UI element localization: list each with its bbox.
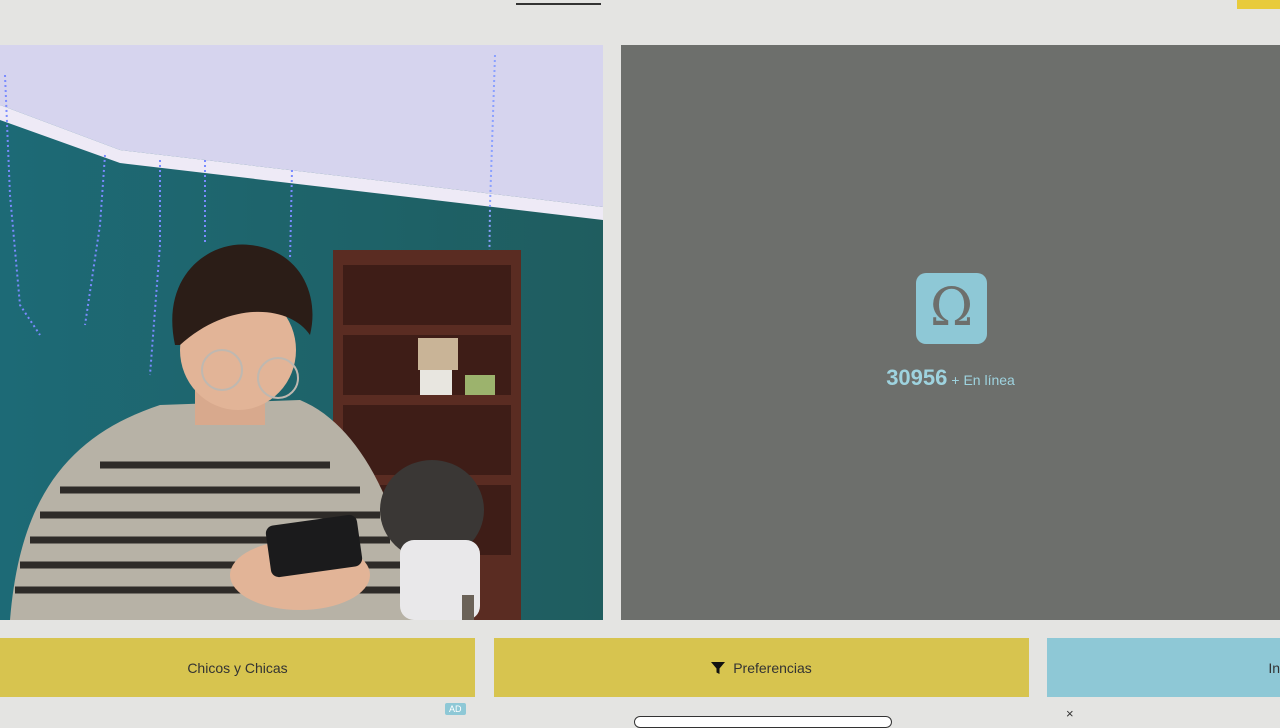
nav-active-underline xyxy=(516,3,601,5)
start-button[interactable]: In xyxy=(1047,638,1280,697)
top-right-button[interactable] xyxy=(1237,0,1280,9)
preferences-label: Preferencias xyxy=(733,659,812,676)
gender-filter-button[interactable]: Chicos y Chicas xyxy=(0,638,475,697)
omega-logo: Ω xyxy=(916,273,987,344)
start-label: In xyxy=(1268,659,1280,676)
top-bar xyxy=(0,0,1280,26)
gender-filter-label: Chicos y Chicas xyxy=(187,659,288,676)
online-counter: 30956 + En línea xyxy=(621,365,1280,391)
preferences-button[interactable]: Preferencias xyxy=(494,638,1029,697)
camera-feed-image xyxy=(0,45,603,620)
funnel-icon xyxy=(711,661,726,674)
stranger-video-panel: Ω 30956 + En línea xyxy=(621,45,1280,620)
ad-close-icon[interactable]: × xyxy=(1066,706,1074,721)
ad-banner[interactable] xyxy=(634,716,892,728)
local-video xyxy=(0,45,603,620)
online-count: 30956 xyxy=(886,365,948,390)
online-label: + En línea xyxy=(951,372,1015,388)
omega-icon: Ω xyxy=(929,278,974,338)
ad-badge: AD xyxy=(445,703,466,715)
